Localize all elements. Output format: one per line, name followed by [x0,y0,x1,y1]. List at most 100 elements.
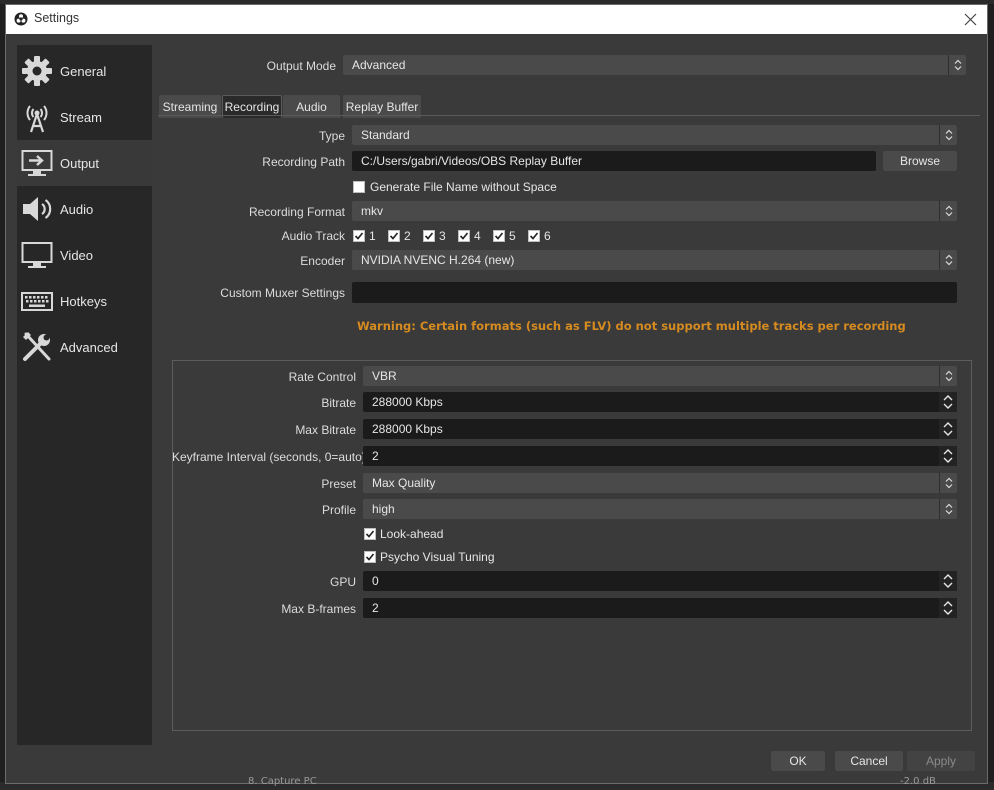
audio-track-2-label: 2 [404,229,411,243]
spin-arrows-icon[interactable] [939,419,957,439]
sidebar-item-stream[interactable]: Stream [17,94,152,140]
checkmark-icon [529,232,539,240]
sidebar-item-label: General [60,63,107,79]
cancel-button[interactable]: Cancel [835,751,903,771]
updown-arrow-icon [939,499,957,519]
profile-label: Profile [321,503,356,517]
recording-format-label: Recording Format [248,205,345,219]
titlebar: Settings [6,5,987,34]
keyboard-icon [20,284,54,318]
gpu-spinbox[interactable]: 0 [363,571,957,591]
psycho-visual-checkbox[interactable] [364,551,376,563]
audio-track-5-label: 5 [509,229,516,243]
look-ahead-checkbox[interactable] [364,528,376,540]
look-ahead-label: Look-ahead [380,527,444,541]
updown-arrow-icon [939,250,957,270]
updown-arrow-icon [939,473,957,493]
sidebar-item-label: Audio [60,201,94,217]
background-db-label: -2.0 dB [900,776,936,787]
audio-track-2-checkbox[interactable] [388,230,400,242]
audio-track-3-checkbox[interactable] [423,230,435,242]
sidebar-item-audio[interactable]: Audio [17,186,152,232]
browse-button[interactable]: Browse [883,151,957,171]
sidebar-item-label: Hotkeys [60,293,107,309]
spin-arrows-icon[interactable] [939,446,957,466]
type-select[interactable]: Standard [352,125,957,145]
audio-track-3-label: 3 [439,229,446,243]
sidebar-item-label: Video [60,247,94,263]
sidebar-item-label: Stream [60,109,102,125]
recording-path-label: Recording Path [262,155,345,169]
preset-select[interactable]: Max Quality [363,473,957,493]
tools-icon [20,330,54,364]
sidebar-item-output[interactable]: Output [17,140,152,186]
bitrate-spinbox[interactable]: 288000 Kbps [363,392,957,412]
warning-text: Warning: Certain formats (such as FLV) d… [357,319,906,333]
monitor-output-icon [20,146,54,180]
close-button[interactable] [957,7,983,31]
settings-sidebar: General Stream Output Audio Video Hotkey… [17,45,152,745]
encoder-value: NVIDIA NVENC H.264 (new) [361,253,515,267]
monitor-icon [20,238,54,272]
settings-window: Settings General Stream Output Audio Vid… [5,4,988,784]
bitrate-label: Bitrate [321,396,356,410]
sidebar-item-label: Advanced [60,339,118,355]
no-space-checkbox[interactable] [353,181,365,193]
max-bframes-spinbox[interactable]: 2 [363,598,957,618]
profile-select[interactable]: high [363,499,957,519]
recording-format-value: mkv [361,204,383,218]
max-bframes-label: Max B-frames [281,602,356,616]
output-mode-value: Advanced [352,58,406,72]
gpu-label: GPU [329,575,356,589]
type-label: Type [318,129,345,143]
sidebar-item-advanced[interactable]: Advanced [17,324,152,370]
checkmark-icon [494,232,504,240]
sidebar-item-general[interactable]: General [17,48,152,94]
encoder-select[interactable]: NVIDIA NVENC H.264 (new) [352,250,957,270]
updown-arrow-icon [939,125,957,145]
bitrate-value: 288000 Kbps [372,395,443,409]
keyframe-interval-label: Keyframe Interval (seconds, 0=auto) [172,450,366,464]
sidebar-item-video[interactable]: Video [17,232,152,278]
updown-arrow-icon [948,55,966,75]
keyframe-interval-value: 2 [372,449,379,463]
audio-track-1-label: 1 [369,229,376,243]
spin-arrows-icon[interactable] [939,571,957,591]
audio-track-6-checkbox[interactable] [528,230,540,242]
recording-format-select[interactable]: mkv [352,201,957,221]
custom-muxer-label: Custom Muxer Settings [220,286,345,300]
preset-value: Max Quality [372,476,436,490]
checkmark-icon [354,232,364,240]
checkmark-icon [365,553,375,561]
background-source-label: 8. Capture PC [248,776,317,787]
keyframe-interval-spinbox[interactable]: 2 [363,446,957,466]
output-mode-label: Output Mode [266,59,336,73]
ok-button[interactable]: OK [771,751,825,771]
sidebar-item-label: Output [60,155,100,171]
rate-control-value: VBR [372,369,397,383]
close-icon [964,13,976,25]
output-mode-select[interactable]: Advanced [343,55,966,75]
speaker-icon [20,192,54,226]
apply-button[interactable]: Apply [907,751,975,771]
audio-track-5-checkbox[interactable] [493,230,505,242]
rate-control-select[interactable]: VBR [363,366,957,386]
audio-track-label: Audio Track [281,229,345,243]
tab-divider [158,115,980,116]
audio-track-1-checkbox[interactable] [353,230,365,242]
audio-track-4-checkbox[interactable] [458,230,470,242]
custom-muxer-input[interactable] [352,282,957,303]
rate-control-label: Rate Control [288,370,356,384]
psycho-visual-label: Psycho Visual Tuning [380,550,495,564]
audio-track-4-label: 4 [474,229,481,243]
window-title: Settings [34,11,80,25]
spin-arrows-icon[interactable] [939,392,957,412]
max-bitrate-spinbox[interactable]: 288000 Kbps [363,419,957,439]
obs-logo-icon [14,12,28,26]
recording-path-input[interactable]: C:/Users/gabri/Videos/OBS Replay Buffer [352,151,876,171]
sidebar-item-hotkeys[interactable]: Hotkeys [17,278,152,324]
gpu-value: 0 [372,574,379,588]
encoder-label: Encoder [300,254,345,268]
spin-arrows-icon[interactable] [939,598,957,618]
updown-arrow-icon [939,366,957,386]
